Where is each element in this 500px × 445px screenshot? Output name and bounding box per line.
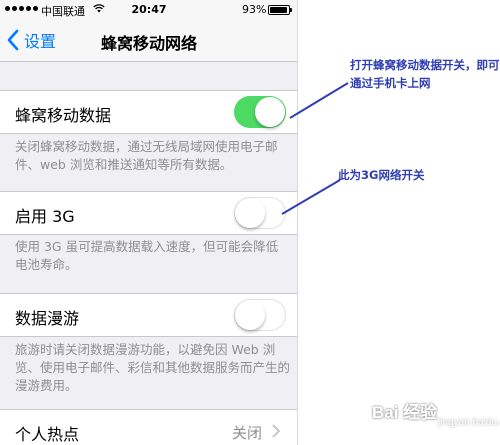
cellular-data-label: 蜂窝移动数据	[15, 106, 112, 125]
annotation-cellular-line1: 打开蜂窝移动数据开关，即可	[350, 58, 500, 72]
battery-icon	[268, 5, 292, 15]
cellular-data-switch[interactable]	[234, 96, 286, 128]
enable-3g-label: 启用 3G	[15, 207, 75, 226]
chevron-right-icon	[272, 424, 280, 438]
cellular-arrow-line	[289, 82, 349, 119]
phone-screen: 中国联通 20:47 93% 设置 蜂窝移动网络 蜂窝移动数据 关闭蜂窝移动数据…	[0, 0, 298, 445]
row-data-roaming: 数据漫游	[0, 293, 298, 337]
annotation-3g: 此为3G网络开关	[338, 168, 425, 182]
battery-percent: 93%	[242, 3, 267, 16]
data-roaming-switch[interactable]	[234, 299, 286, 331]
navigation-bar: 设置 蜂窝移动网络	[0, 20, 298, 62]
enable-3g-switch[interactable]	[234, 197, 286, 229]
cellular-data-footer: 关闭蜂窝移动数据，通过无线局域网使用电子邮件、web 浏览和推送通知等所有数据。	[15, 139, 278, 172]
annotation-cellular-line2: 通过手机卡上网	[350, 76, 431, 90]
annotation-cellular: 打开蜂窝移动数据开关，即可 通过手机卡上网	[350, 56, 500, 92]
data-roaming-footer: 旅游时请关闭数据漫游功能，以避免因 Web 浏览、使用电子邮件、彩信和其他数据服…	[15, 342, 291, 393]
row-personal-hotspot[interactable]: 个人热点 关闭	[0, 409, 298, 445]
watermark-url: jingyan.baidu.com	[438, 417, 500, 428]
enable-3g-footer: 使用 3G 虽可提高数据载入速度，但可能会降低电池寿命。	[15, 239, 279, 272]
row-cellular-data: 蜂窝移动数据	[0, 90, 298, 134]
personal-hotspot-value: 关闭	[232, 424, 263, 442]
data-roaming-label: 数据漫游	[15, 309, 80, 328]
row-enable-3g: 启用 3G	[0, 191, 298, 235]
page-title: 蜂窝移动网络	[100, 34, 197, 53]
personal-hotspot-label: 个人热点	[15, 425, 80, 444]
top-bar: 中国联通 20:47 93% 设置 蜂窝移动网络	[0, 0, 298, 62]
screenshot-edge	[297, 0, 298, 445]
status-bar: 中国联通 20:47 93%	[0, 0, 298, 20]
watermark-logo: Bai 经验	[372, 403, 438, 422]
